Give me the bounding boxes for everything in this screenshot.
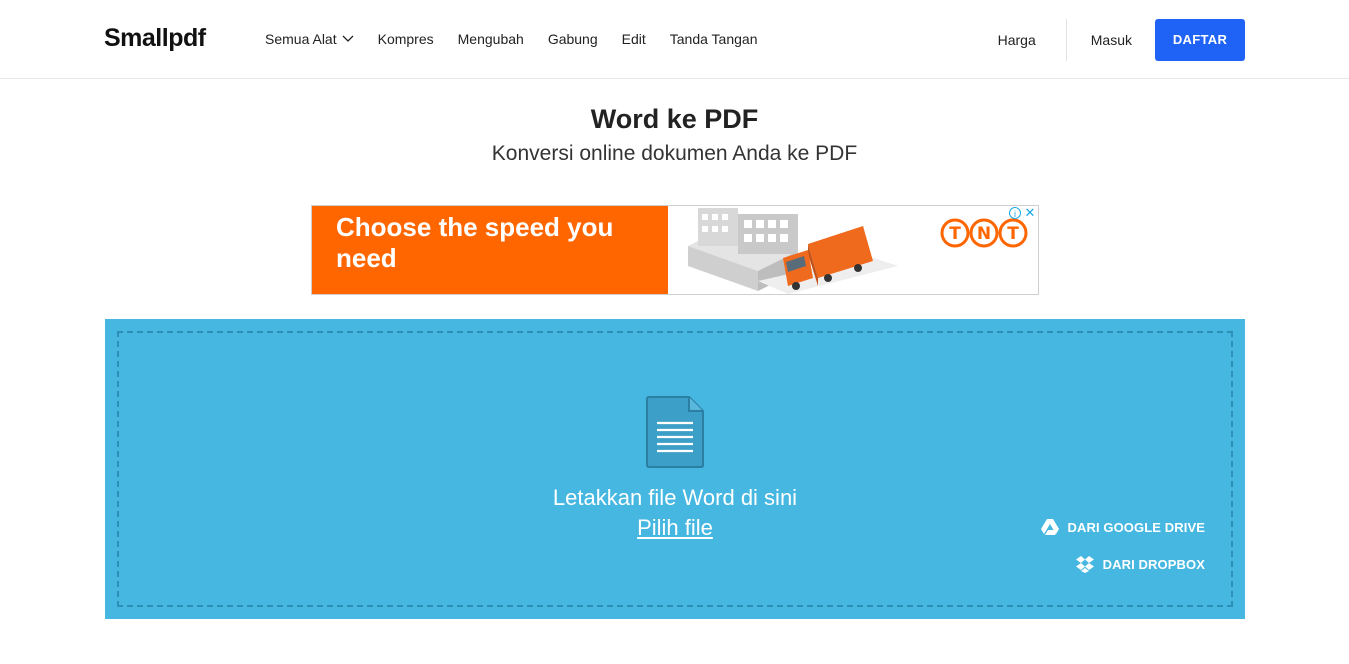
svg-text:N: N — [977, 224, 991, 244]
warehouse-truck-illustration — [688, 208, 898, 294]
login-link[interactable]: Masuk — [1091, 32, 1132, 48]
google-drive-label: DARI GOOGLE DRIVE — [1067, 519, 1205, 535]
nav-merge[interactable]: Gabung — [548, 31, 598, 47]
ad-info-icon[interactable]: i — [1009, 207, 1021, 219]
drop-instructions: Letakkan file Word di sini — [552, 485, 798, 510]
ad-banner[interactable]: Choose the speed you need T N T i ✕ — [311, 205, 1039, 295]
svg-text:T: T — [1007, 224, 1019, 244]
nav-sign[interactable]: Tanda Tangan — [670, 31, 758, 47]
nav-edit[interactable]: Edit — [622, 31, 646, 47]
google-drive-icon — [1040, 519, 1059, 535]
nav-convert[interactable]: Mengubah — [458, 31, 524, 47]
nav-all-tools-label: Semua Alat — [265, 31, 337, 47]
pricing-link[interactable]: Harga — [998, 32, 1036, 48]
page-title: Word ke PDF — [590, 104, 759, 134]
page-subtitle: Konversi online dokumen Anda ke PDF — [491, 142, 858, 165]
google-drive-button[interactable]: DARI GOOGLE DRIVE — [1040, 519, 1206, 535]
top-header: Smallpdf Semua Alat Kompres Mengubah Gab… — [0, 0, 1349, 79]
account-nav: Harga Masuk DAFTAR — [998, 0, 1245, 79]
document-icon — [646, 396, 704, 468]
smallpdf-logo[interactable]: Smallpdf — [104, 24, 206, 53]
svg-text:T: T — [949, 224, 961, 244]
ad-image: T N T i ✕ — [668, 206, 1038, 294]
dropbox-icon — [1075, 556, 1094, 573]
main-nav: Semua Alat Kompres Mengubah Gabung Edit … — [265, 31, 781, 47]
tnt-logo-mark: T N T — [940, 218, 1028, 248]
nav-all-tools[interactable]: Semua Alat — [265, 31, 354, 47]
file-drop-zone[interactable]: Letakkan file Word di sini Pilih file DA… — [105, 319, 1245, 619]
nav-divider — [1065, 18, 1067, 61]
nav-compress[interactable]: Kompres — [378, 31, 434, 47]
ad-headline-line2: need — [336, 243, 397, 273]
ad-close-icon[interactable]: ✕ — [1024, 206, 1036, 219]
tnt-logo: T N T — [940, 218, 1030, 253]
chevron-down-icon — [342, 35, 354, 42]
drop-zone-border — [117, 331, 1233, 607]
ad-controls: i ✕ — [1009, 206, 1036, 219]
ad-headline-line1: Choose the speed you — [336, 212, 614, 242]
dropbox-label: DARI DROPBOX — [1102, 557, 1205, 572]
ad-headline: Choose the speed you need — [312, 206, 668, 294]
dropbox-button[interactable]: DARI DROPBOX — [1075, 556, 1205, 573]
signup-button[interactable]: DAFTAR — [1155, 18, 1245, 61]
